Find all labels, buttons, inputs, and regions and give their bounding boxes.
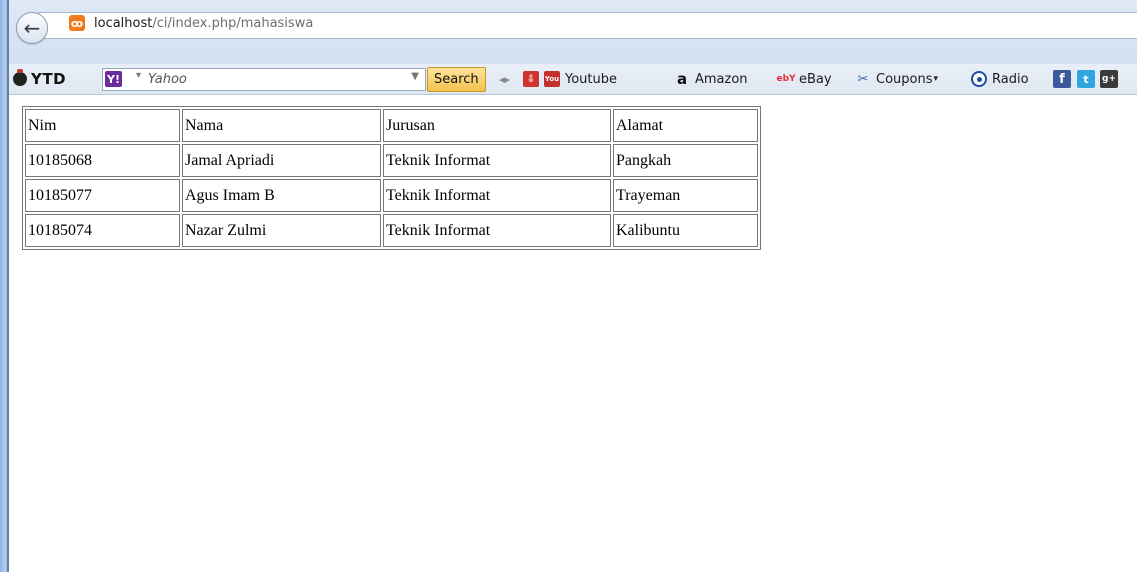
- amazon-link[interactable]: a Amazon: [674, 64, 748, 94]
- bookmarks-toolbar: YTD Y! ▾ ▼ Search ◂▸ ⇩ You Youtube a Ama…: [9, 64, 1137, 95]
- table-row: 10185068 Jamal Apriadi Teknik Informat P…: [25, 144, 758, 177]
- amazon-icon: a: [676, 70, 688, 88]
- table-cell: Teknik Informat: [383, 179, 611, 212]
- table-cell: Jamal Apriadi: [182, 144, 381, 177]
- table-cell: Agus Imam B: [182, 179, 381, 212]
- ebay-label: eBay: [799, 71, 832, 87]
- header-cell: Jurusan: [383, 109, 611, 142]
- header-cell: Nim: [25, 109, 180, 142]
- download-button[interactable]: ⇩: [523, 64, 544, 94]
- radio-icon: [971, 71, 987, 87]
- table-cell: Kalibuntu: [613, 214, 758, 247]
- xampp-icon: ꝏ: [69, 15, 85, 31]
- table-cell: 10185068: [25, 144, 180, 177]
- facebook-button[interactable]: f: [1053, 64, 1076, 94]
- address-bar[interactable]: ꝏ localhost/ci/index.php/mahasiswa: [38, 12, 1137, 39]
- facebook-icon: f: [1053, 70, 1071, 88]
- youtube-icon: You: [544, 71, 560, 87]
- twitter-icon: t: [1077, 70, 1095, 88]
- yahoo-search-input[interactable]: [148, 70, 398, 88]
- search-history-dropdown-icon[interactable]: ▼: [411, 71, 419, 82]
- page-content: Nim Nama Jurusan Alamat 10185068 Jamal A…: [9, 95, 1137, 572]
- table-cell: Nazar Zulmi: [182, 214, 381, 247]
- amazon-label: Amazon: [695, 71, 748, 87]
- header-cell: Nama: [182, 109, 381, 142]
- back-arrow-icon: ←: [23, 16, 41, 40]
- window-border: [0, 0, 9, 572]
- radio-link[interactable]: Radio: [971, 64, 1029, 94]
- table-cell: Teknik Informat: [383, 214, 611, 247]
- google-plus-icon: g+: [1100, 70, 1118, 88]
- ytd-icon: [13, 69, 27, 86]
- header-cell: Alamat: [613, 109, 758, 142]
- mahasiswa-table: Nim Nama Jurusan Alamat 10185068 Jamal A…: [22, 106, 761, 250]
- yahoo-engine-dropdown-icon[interactable]: ▾: [136, 70, 141, 81]
- url-path: /ci/index.php/mahasiswa: [152, 16, 314, 31]
- yahoo-logo-icon[interactable]: Y!: [105, 71, 122, 87]
- table-cell: Pangkah: [613, 144, 758, 177]
- table-row: 10185077 Agus Imam B Teknik Informat Tra…: [25, 179, 758, 212]
- google-plus-button[interactable]: g+: [1100, 64, 1123, 94]
- youtube-label: Youtube: [565, 71, 617, 87]
- table-cell: 10185077: [25, 179, 180, 212]
- chevron-down-icon: ▾: [933, 74, 939, 84]
- url-host: localhost: [94, 16, 153, 31]
- download-icon: ⇩: [523, 71, 539, 87]
- coupons-menu[interactable]: ✂ Coupons ▾: [855, 64, 938, 94]
- radio-label: Radio: [992, 71, 1029, 87]
- ebay-link[interactable]: ebY eBay: [776, 64, 832, 94]
- url-text[interactable]: localhost/ci/index.php/mahasiswa: [94, 16, 313, 31]
- table-cell: Teknik Informat: [383, 144, 611, 177]
- table-row: 10185074 Nazar Zulmi Teknik Informat Kal…: [25, 214, 758, 247]
- back-button[interactable]: ←: [16, 12, 48, 44]
- search-button[interactable]: Search: [427, 67, 486, 92]
- yahoo-search-box[interactable]: Y! ▾ ▼: [102, 68, 426, 91]
- ytd-label: YTD: [31, 70, 67, 88]
- ytd-button[interactable]: YTD: [13, 64, 66, 94]
- toolbar-grip-icon[interactable]: ◂▸: [499, 64, 510, 94]
- youtube-link[interactable]: You Youtube: [544, 64, 617, 94]
- table-cell: Trayeman: [613, 179, 758, 212]
- coupons-label: Coupons: [876, 71, 933, 87]
- table-header-row: Nim Nama Jurusan Alamat: [25, 109, 758, 142]
- navigation-bar: ꝏ localhost/ci/index.php/mahasiswa ←: [9, 0, 1137, 64]
- ebay-icon: ebY: [776, 74, 796, 84]
- twitter-button[interactable]: t: [1077, 64, 1100, 94]
- table-cell: 10185074: [25, 214, 180, 247]
- coupons-icon: ✂: [857, 71, 869, 87]
